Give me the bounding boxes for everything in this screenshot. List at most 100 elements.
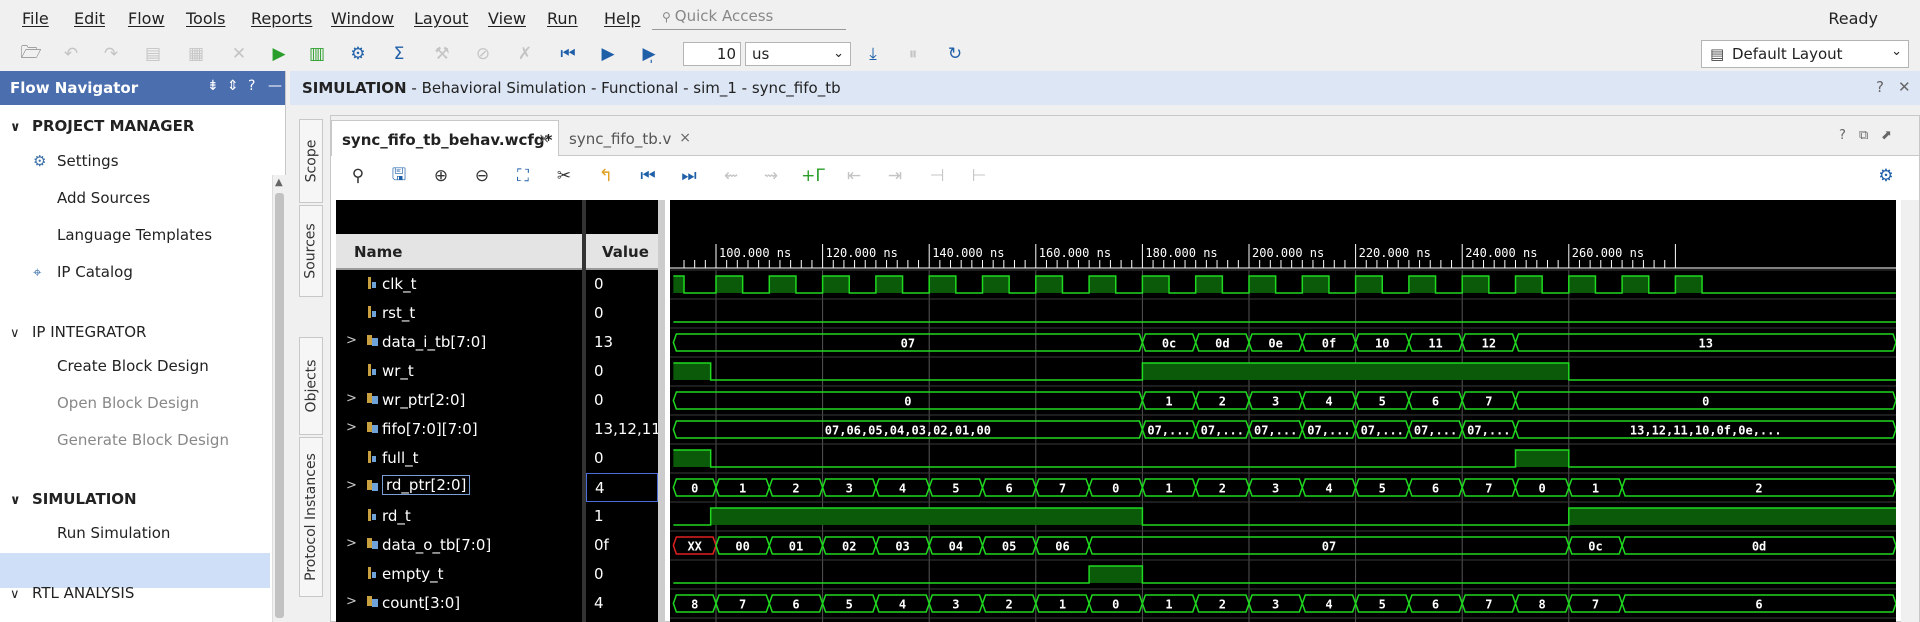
signal-row[interactable]: > wr_ptr[2:0] — [336, 386, 582, 415]
menu-flow[interactable]: Flow — [128, 9, 165, 28]
step-icon[interactable]: ⤓ — [862, 43, 884, 65]
swap-cursors-icon[interactable]: ⇜ — [719, 165, 743, 187]
nav-language-templates[interactable]: Language Templates — [57, 226, 212, 244]
nav-settings[interactable]: ⚙ Settings — [33, 152, 119, 170]
restore-icon[interactable]: ⧉ — [1859, 128, 1868, 143]
close-icon[interactable]: × — [538, 131, 550, 147]
run-for-icon[interactable]: ▶̩ — [638, 43, 660, 65]
collapse-icon[interactable]: ⊢ — [967, 165, 991, 187]
menu-view[interactable]: View — [488, 9, 526, 28]
value-column-header[interactable]: Value — [586, 234, 658, 270]
snap-icon[interactable]: ⇝ — [759, 165, 783, 187]
waveform-canvas[interactable]: 100.000 ns 120.000 ns 140.000 ns 160.000 ns… — [670, 200, 1896, 622]
paste-icon[interactable]: ▦ — [185, 43, 207, 65]
maximize-icon[interactable]: ⬈ — [1881, 128, 1892, 143]
delete-icon[interactable]: ✕ — [228, 43, 250, 65]
go-to-cursor-icon[interactable]: ✂ — [552, 165, 576, 187]
cross-tool-icon[interactable]: ✗ — [514, 43, 536, 65]
nav-ip-catalog[interactable]: ⌖ IP Catalog — [33, 263, 133, 281]
chevron-right-icon[interactable]: > — [346, 333, 357, 348]
menu-tools[interactable]: Tools — [186, 9, 225, 28]
layout-select[interactable]: ▤ Default Layout ⌄ — [1701, 40, 1909, 68]
run-time-unit-select[interactable]: us ⌄ — [745, 42, 851, 66]
sigma-icon[interactable]: Σ — [388, 43, 410, 65]
zoom-in-icon[interactable]: ⊕ — [429, 165, 453, 187]
nav-open-block-design[interactable]: Open Block Design — [57, 394, 199, 412]
name-column-header[interactable]: Name — [336, 234, 582, 270]
relaunch-icon[interactable]: ↻ — [944, 43, 966, 65]
tab-scope[interactable]: Scope — [299, 119, 323, 203]
help-icon[interactable]: ? — [248, 78, 255, 94]
pane-divider[interactable] — [658, 200, 665, 622]
chevron-right-icon[interactable]: > — [346, 478, 357, 493]
next-marker-icon[interactable]: ⇥ — [883, 165, 907, 187]
signal-row[interactable]: > count[3:0] — [336, 589, 582, 618]
delete-marker-icon[interactable]: ⊣ — [925, 165, 949, 187]
tab-sources[interactable]: Sources — [299, 205, 323, 297]
tab-tb-source[interactable]: sync_fifo_tb.v × — [559, 120, 699, 156]
minimize-icon[interactable]: — — [268, 78, 282, 94]
signal-row[interactable]: full_t — [336, 444, 582, 473]
close-icon[interactable]: ✕ — [1898, 78, 1911, 96]
previous-marker-icon[interactable]: ⇤ — [842, 165, 866, 187]
expand-all-icon[interactable]: ⇕ — [227, 78, 239, 94]
menu-help[interactable]: Help — [604, 9, 640, 28]
signal-row[interactable]: > data_o_tb[7:0] — [336, 531, 582, 560]
go-to-time-0-icon[interactable]: ⏮ — [636, 165, 660, 187]
navigator-scrollbar[interactable]: ▲ — [272, 175, 286, 622]
restart-icon[interactable]: ⏮ — [557, 43, 579, 65]
wave-vertical-scrollbar[interactable] — [1901, 200, 1919, 622]
menu-run[interactable]: Run — [547, 9, 578, 28]
run-all-icon[interactable]: ▶ — [597, 43, 619, 65]
zoom-fit-icon[interactable]: ⛶ — [511, 165, 535, 187]
signal-row[interactable]: > data_i_tb[7:0] — [336, 328, 582, 357]
signal-row[interactable]: empty_t — [336, 560, 582, 589]
signal-row[interactable]: clk_t — [336, 270, 582, 299]
tab-protocol-instances[interactable]: Protocol Instances — [299, 437, 323, 597]
search-icon[interactable]: ⚲ — [346, 165, 370, 187]
redo-icon[interactable]: ↷ — [100, 43, 122, 65]
help-icon[interactable]: ? — [1839, 128, 1846, 143]
scroll-up-icon[interactable]: ▲ — [275, 177, 283, 188]
section-project-manager[interactable]: ∨ PROJECT MANAGER — [10, 117, 194, 135]
nav-create-block-design[interactable]: Create Block Design — [57, 357, 209, 375]
quick-access-input[interactable]: ⚲ Quick Access — [652, 4, 846, 30]
chevron-right-icon[interactable]: > — [346, 536, 357, 551]
nav-add-sources[interactable]: Add Sources — [57, 189, 150, 207]
gear-icon[interactable]: ⚙ — [1874, 165, 1898, 187]
signal-row[interactable]: rd_t — [336, 502, 582, 531]
close-icon[interactable]: × — [679, 130, 691, 146]
menu-window[interactable]: Window — [331, 9, 394, 28]
save-icon[interactable]: 🖫 — [387, 165, 411, 187]
signal-row[interactable]: > rd_ptr[2:0] — [336, 473, 582, 502]
previous-transition-icon[interactable]: ↰ — [594, 165, 618, 187]
section-simulation[interactable]: ∨ SIMULATION — [10, 490, 137, 508]
tool-icon[interactable]: ⚒ — [431, 43, 453, 65]
go-to-last-time-icon[interactable]: ⏭ — [677, 165, 701, 187]
program-device-icon[interactable]: ▥ — [306, 43, 328, 65]
add-marker-icon[interactable]: +Γ — [801, 165, 825, 187]
chevron-right-icon[interactable]: > — [346, 420, 357, 435]
run-icon[interactable]: ▶ — [268, 43, 290, 65]
nav-run-simulation[interactable]: Run Simulation — [57, 524, 170, 542]
menu-file[interactable]: File — [22, 9, 49, 28]
zoom-out-icon[interactable]: ⊖ — [470, 165, 494, 187]
tab-objects[interactable]: Objects — [299, 337, 323, 435]
debug-icon[interactable]: ⊘ — [472, 43, 494, 65]
signal-row[interactable]: wr_t — [336, 357, 582, 386]
chevron-right-icon[interactable]: > — [346, 594, 357, 609]
nav-generate-block-design[interactable]: Generate Block Design — [57, 431, 229, 449]
tab-wcfg[interactable]: sync_fifo_tb_behav.wcfg* × — [331, 120, 559, 156]
pause-icon[interactable]: ⏸ — [902, 43, 924, 65]
menu-edit[interactable]: Edit — [74, 9, 105, 28]
signal-row[interactable]: rst_t — [336, 299, 582, 328]
run-time-input[interactable]: 10 — [683, 42, 741, 66]
settings-icon[interactable]: ⚙ — [347, 43, 369, 65]
undo-icon[interactable]: ↶ — [60, 43, 82, 65]
section-ip-integrator[interactable]: ∨ IP INTEGRATOR — [10, 323, 146, 341]
scrollbar-thumb[interactable] — [275, 193, 284, 618]
chevron-right-icon[interactable]: > — [346, 391, 357, 406]
menu-reports[interactable]: Reports — [251, 9, 312, 28]
signal-row[interactable]: > fifo[7:0][7:0] — [336, 415, 582, 444]
open-project-icon[interactable]: 🗁 — [20, 43, 42, 65]
